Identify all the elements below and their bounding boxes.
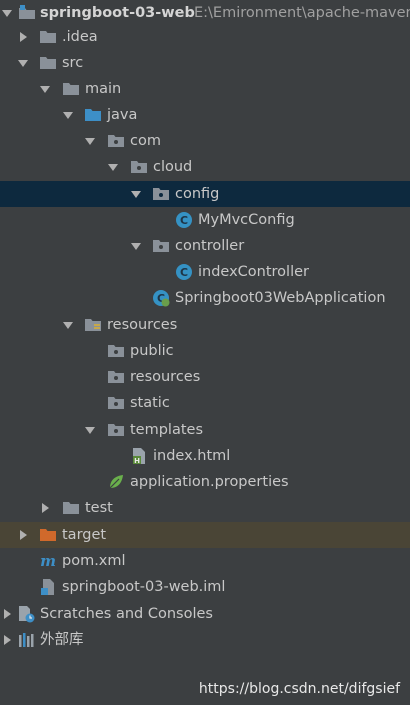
svg-text:C: C: [180, 214, 188, 227]
java-class-icon: C: [175, 211, 193, 229]
tree-row-scratches[interactable]: Scratches and Consoles: [0, 601, 410, 627]
module-file-icon: [39, 578, 57, 596]
tree-row-java[interactable]: java: [0, 102, 410, 128]
library-icon: [17, 631, 35, 649]
tree-label: src: [62, 55, 84, 71]
chevron-down-icon[interactable]: [61, 312, 75, 338]
tree-label: application.properties: [130, 474, 289, 490]
tree-row-indexcontroller[interactable]: C indexController: [0, 259, 410, 285]
tree-row-public[interactable]: public: [0, 338, 410, 364]
tree-label: controller: [175, 238, 245, 254]
tree-row-external-libraries[interactable]: 外部库: [0, 627, 410, 653]
chevron-right-icon[interactable]: [16, 24, 30, 50]
spring-boot-class-icon: C: [152, 289, 170, 307]
watermark: https://blog.csdn.net/difgsief: [198, 681, 400, 697]
package-icon: [107, 368, 125, 386]
tree-row-application[interactable]: C Springboot03WebApplication: [0, 285, 410, 311]
tree-label: springboot-03-web.iml: [62, 579, 226, 595]
tree-label: MyMvcConfig: [198, 212, 295, 228]
source-folder-icon: [84, 106, 102, 124]
tree-label: com: [130, 133, 161, 149]
svg-text:m: m: [40, 552, 56, 570]
excluded-folder-icon: [39, 526, 57, 544]
chevron-down-icon[interactable]: [38, 76, 52, 102]
chevron-right-icon[interactable]: [0, 627, 14, 653]
maven-icon: m: [39, 552, 57, 570]
chevron-right-icon[interactable]: [38, 495, 52, 521]
chevron-down-icon[interactable]: [106, 154, 120, 180]
tree-row-config[interactable]: config: [0, 181, 410, 207]
folder-icon: [39, 54, 57, 72]
tree-row-test[interactable]: test: [0, 495, 410, 521]
folder-icon: [62, 499, 80, 517]
package-icon: [107, 394, 125, 412]
tree-row-target[interactable]: target: [0, 522, 410, 548]
package-icon: [152, 185, 170, 203]
package-icon: [130, 158, 148, 176]
package-icon: [107, 421, 125, 439]
chevron-down-icon[interactable]: [83, 417, 97, 443]
tree-row-mymvcconfig[interactable]: C MyMvcConfig: [0, 207, 410, 233]
tree-label: resources: [130, 369, 201, 385]
tree-row-cloud[interactable]: cloud: [0, 154, 410, 180]
chevron-down-icon[interactable]: [129, 181, 143, 207]
chevron-down-icon[interactable]: [16, 50, 30, 76]
tree-label: test: [85, 500, 113, 516]
folder-icon: [62, 80, 80, 98]
chevron-right-icon[interactable]: [16, 522, 30, 548]
tree-label: Springboot03WebApplication: [175, 290, 386, 306]
project-name: springboot-03-web: [40, 5, 195, 21]
tree-row-static[interactable]: static: [0, 390, 410, 416]
tree-label: 外部库: [40, 632, 84, 648]
chevron-right-icon[interactable]: [0, 601, 14, 627]
tree-label: static: [130, 395, 170, 411]
chevron-down-icon[interactable]: [61, 102, 75, 128]
tree-row-index-html[interactable]: H index.html: [0, 443, 410, 469]
tree-row-pom[interactable]: m pom.xml: [0, 548, 410, 574]
tree-row-src[interactable]: src: [0, 50, 410, 76]
tree-label: pom.xml: [62, 553, 126, 569]
tree-row-controller[interactable]: controller: [0, 233, 410, 259]
tree-row-idea[interactable]: .idea: [0, 24, 410, 50]
tree-label: public: [130, 343, 174, 359]
tree-row-resources[interactable]: resources: [0, 312, 410, 338]
tree-label: index.html: [153, 448, 231, 464]
spring-leaf-icon: [107, 473, 125, 491]
tree-label: Scratches and Consoles: [40, 606, 213, 622]
resources-folder-icon: [84, 316, 102, 334]
package-icon: [107, 342, 125, 360]
chevron-down-icon[interactable]: [0, 0, 14, 26]
tree-row-project-root[interactable]: springboot-03-web E:\Emironment\apache-m…: [0, 0, 410, 26]
tree-label: templates: [130, 422, 204, 438]
tree-label: main: [85, 81, 122, 97]
tree-label: java: [107, 107, 138, 123]
java-class-icon: C: [175, 263, 193, 281]
package-icon: [152, 237, 170, 255]
tree-row-templates[interactable]: templates: [0, 417, 410, 443]
tree-row-application-properties[interactable]: application.properties: [0, 469, 410, 495]
tree-label: resources: [107, 317, 178, 333]
tree-row-iml[interactable]: springboot-03-web.iml: [0, 574, 410, 600]
chevron-down-icon[interactable]: [129, 233, 143, 259]
tree-label: config: [175, 186, 220, 202]
svg-text:H: H: [134, 457, 140, 465]
chevron-down-icon[interactable]: [83, 128, 97, 154]
tree-row-com[interactable]: com: [0, 128, 410, 154]
tree-row-main[interactable]: main: [0, 76, 410, 102]
tree-label: cloud: [153, 159, 193, 175]
package-icon: [107, 132, 125, 150]
folder-icon: [39, 28, 57, 46]
project-path: E:\Emironment\apache-maven: [194, 5, 410, 21]
tree-label: target: [62, 527, 107, 543]
module-folder-icon: [18, 4, 36, 22]
tree-row-resources-sub[interactable]: resources: [0, 364, 410, 390]
tree-label: indexController: [198, 264, 309, 280]
tree-label: .idea: [62, 29, 98, 45]
svg-text:C: C: [180, 266, 188, 279]
scratches-icon: [17, 605, 35, 623]
html-file-icon: H: [130, 447, 148, 465]
